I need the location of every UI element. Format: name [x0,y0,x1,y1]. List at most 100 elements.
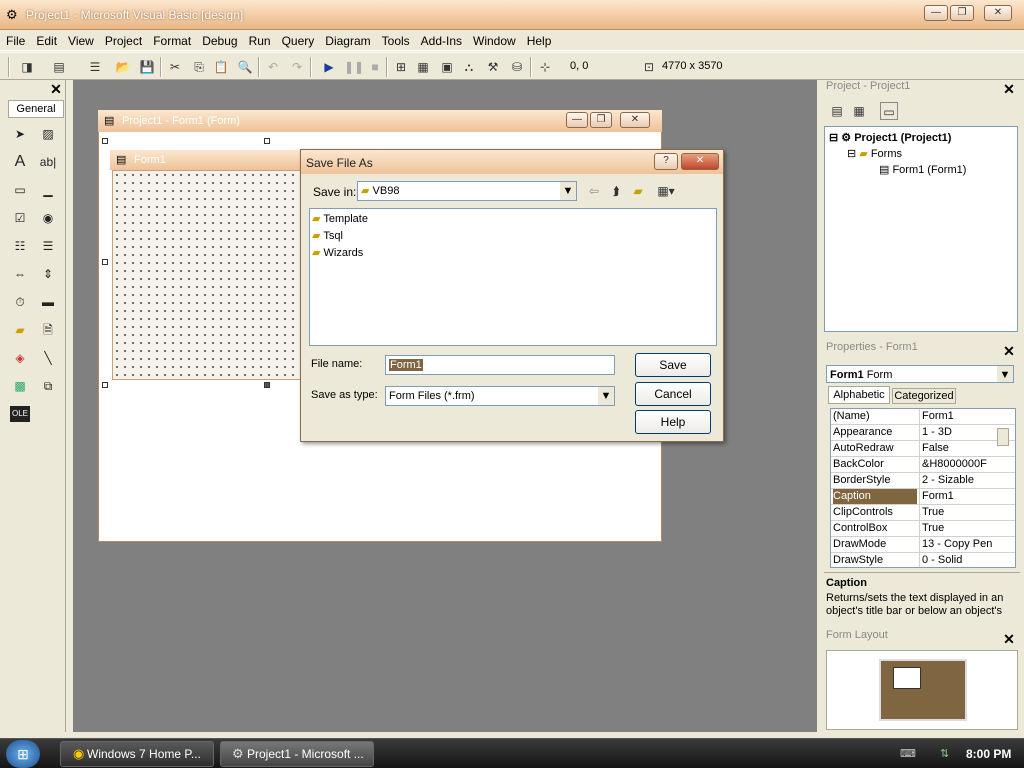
textbox-icon[interactable]: ab| [38,152,58,172]
copy-icon[interactable]: ⎘ [190,58,208,76]
cut-icon[interactable]: ✂ [166,58,184,76]
listbox-icon[interactable]: ☰ [38,236,58,256]
property-row[interactable]: Appearance 1 - 3D [831,425,1015,441]
properties-close-icon[interactable]: ✕ [1002,344,1016,358]
menu-project[interactable]: Project [99,31,147,48]
resize-handle[interactable] [102,138,108,144]
menu-run[interactable]: Run [243,31,276,48]
project-explorer-icon[interactable]: ⊞ [392,58,410,76]
layout-form-preview[interactable] [893,667,921,689]
property-row[interactable]: BackColor &H8000000F [831,457,1015,473]
new-folder-icon[interactable]: ▰ [629,182,647,200]
checkbox-icon[interactable]: ☑ [10,208,30,228]
redo-icon[interactable]: ↷ [288,58,306,76]
back-icon[interactable]: ⇦ [585,182,603,200]
line-icon[interactable]: ╲ [38,348,58,368]
menu-add-ins[interactable]: Add-Ins [415,31,467,48]
menu-file[interactable]: File [0,31,30,48]
tab-alphabetic[interactable]: Alphabetic [828,386,890,404]
form-restore-button[interactable]: ❐ [590,112,612,128]
scrollbar-thumb[interactable] [997,428,1009,446]
resize-handle[interactable] [264,382,270,388]
paste-icon[interactable]: 📋 [212,58,230,76]
view-code-icon[interactable]: ▤ [828,102,846,120]
clock[interactable]: 8:00 PM [966,747,1011,761]
view-object-icon[interactable]: ▦ [850,102,868,120]
ole-icon[interactable]: OLE [10,406,30,422]
combobox-icon[interactable]: ☷ [10,236,30,256]
menu-window[interactable]: Window [467,31,521,48]
object-selector[interactable]: Form1 Form ▼ [826,365,1014,383]
tree-node-project[interactable]: ⊟ ⚙ Project1 (Project1) [829,131,951,144]
form-layout-close-icon[interactable]: ✕ [1002,632,1016,646]
vscrollbar-icon[interactable]: ⇕ [38,264,58,284]
menu-help[interactable]: Help [521,31,557,48]
menu-diagram[interactable]: Diagram [319,31,375,48]
view-menu-icon[interactable]: ▦▾ [653,182,679,200]
end-icon[interactable]: ■ [366,58,384,76]
dirlistbox-icon[interactable]: ▰ [10,320,30,340]
menu-query[interactable]: Query [276,31,320,48]
find-icon[interactable]: 🔍 [236,58,254,76]
folder-item-tsql[interactable]: ▰ Tsql [312,229,343,242]
property-row[interactable]: DrawMode 13 - Copy Pen [831,537,1015,553]
form1-design-grid[interactable] [112,170,302,380]
save-in-dropdown[interactable]: ▰ VB98 ▼ [357,181,577,201]
keyboard-icon[interactable]: ⌨ [900,747,916,760]
help-button[interactable]: Help [635,410,711,434]
toolbox-close-icon[interactable]: ✕ [49,82,63,96]
property-row[interactable]: Caption Form1 [831,489,1015,505]
close-button[interactable]: ✕ [984,5,1012,21]
filelistbox-icon[interactable]: 🗎 [38,320,58,340]
optionbutton-icon[interactable]: ◉ [38,208,58,228]
undo-icon[interactable]: ↶ [264,58,282,76]
timer-icon[interactable]: ⏱ [10,292,30,312]
chevron-down-icon[interactable]: ▼ [997,366,1013,382]
property-row[interactable]: DrawStyle 0 - Solid [831,553,1015,567]
resize-handle[interactable] [102,259,108,265]
dialog-help-button[interactable]: ? [654,153,678,170]
resize-handle[interactable] [102,382,108,388]
picturebox-icon[interactable]: ▨ [38,124,58,144]
frame-icon[interactable]: ▭ [10,180,30,200]
open-project-icon[interactable]: 📂 [114,58,132,76]
add-form-icon[interactable]: ▤ [50,58,68,76]
tab-categorized[interactable]: Categorized [892,388,956,404]
form-minimize-button[interactable]: — [566,112,588,128]
dialog-close-button[interactable]: ✕ [681,153,719,170]
save-button[interactable]: Save [635,353,711,377]
drivelistbox-icon[interactable]: ▬ [38,292,58,312]
commandbutton-icon[interactable]: ▁ [38,180,58,200]
chevron-down-icon[interactable]: ▼ [560,182,576,200]
property-row[interactable]: ControlBox True [831,521,1015,537]
menu-view[interactable]: View [62,31,99,48]
start-button[interactable]: ⊞ [6,740,40,768]
menu-edit[interactable]: Edit [30,31,62,48]
form-close-button[interactable]: ✕ [620,112,650,128]
menu-tools[interactable]: Tools [376,31,415,48]
minimize-button[interactable]: — [924,5,948,21]
resize-handle[interactable] [264,138,270,144]
tree-node-forms[interactable]: ⊟ ▰ Forms [847,147,902,160]
property-row[interactable]: (Name) Form1 [831,409,1015,425]
folder-item-wizards[interactable]: ▰ Wizards [312,246,363,259]
shape-icon[interactable]: ◈ [10,348,30,368]
property-row[interactable]: BorderStyle 2 - Sizable [831,473,1015,489]
restore-button[interactable]: ❐ [950,5,974,21]
chevron-down-icon[interactable]: ▼ [598,387,614,405]
hscrollbar-icon[interactable]: ⇔ [10,264,30,284]
label-icon[interactable]: A [10,152,30,172]
object-browser-icon[interactable]: ⛬ [460,58,478,76]
properties-window-icon[interactable]: ▦ [414,58,432,76]
start-icon[interactable]: ▶ [320,58,338,76]
menu-debug[interactable]: Debug [196,31,242,48]
cancel-button[interactable]: Cancel [635,382,711,406]
break-icon[interactable]: ❚❚ [344,58,364,76]
save-project-icon[interactable]: 💾 [138,58,156,76]
tree-node-form1[interactable]: ▤ Form1 (Form1) [879,163,966,176]
toolbox-tab-general[interactable]: General [8,100,64,118]
pointer-icon[interactable]: ➤ [10,124,30,144]
toolbox-icon[interactable]: ⚒ [484,58,502,76]
menu-format[interactable]: Format [147,31,196,48]
property-row[interactable]: ClipControls True [831,505,1015,521]
